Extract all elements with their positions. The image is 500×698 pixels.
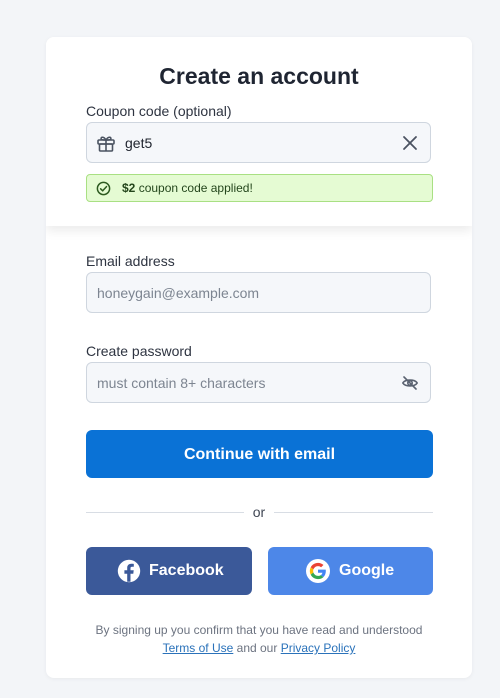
email-input[interactable] xyxy=(97,273,422,312)
google-label: Google xyxy=(339,562,395,579)
divider-or: or xyxy=(252,504,266,520)
coupon-success-message: $2 coupon code applied! xyxy=(86,174,433,202)
divider-line-right xyxy=(274,512,433,513)
page-title: Create an account xyxy=(159,63,359,89)
email-field[interactable] xyxy=(86,272,431,313)
eye-slash-icon[interactable] xyxy=(401,374,419,392)
coupon-input[interactable] xyxy=(125,123,393,162)
continue-with-email-button[interactable]: Continue with email xyxy=(86,430,433,478)
signup-card: Create an account Coupon code (optional) xyxy=(46,37,472,678)
facebook-label: Facebook xyxy=(149,562,224,579)
divider-line-left xyxy=(86,512,244,513)
password-input[interactable] xyxy=(97,363,390,402)
coupon-message-copy: coupon code applied! xyxy=(135,181,253,195)
google-icon xyxy=(306,559,330,583)
coupon-section: Create an account Coupon code (optional) xyxy=(46,37,472,226)
facebook-icon xyxy=(117,559,141,583)
privacy-policy-link[interactable]: Privacy Policy xyxy=(281,641,356,655)
check-circle-icon xyxy=(96,181,111,196)
terms-of-use-link[interactable]: Terms of Use xyxy=(163,641,234,655)
facebook-login-button[interactable]: Facebook xyxy=(86,547,252,595)
legal-notice: By signing up you confirm that you have … xyxy=(66,621,452,657)
gift-icon xyxy=(96,133,116,153)
coupon-label: Coupon code (optional) xyxy=(86,103,232,119)
legal-middle: and our xyxy=(233,641,281,655)
close-icon[interactable] xyxy=(401,134,419,152)
password-label: Create password xyxy=(86,343,192,359)
coupon-field[interactable] xyxy=(86,122,431,163)
legal-intro: By signing up you confirm that you have … xyxy=(95,623,423,637)
password-field[interactable] xyxy=(86,362,431,403)
email-label: Email address xyxy=(86,253,175,269)
google-login-button[interactable]: Google xyxy=(268,547,433,595)
coupon-amount: $2 xyxy=(122,181,136,195)
coupon-message-text: $2 coupon code applied! xyxy=(122,181,253,195)
